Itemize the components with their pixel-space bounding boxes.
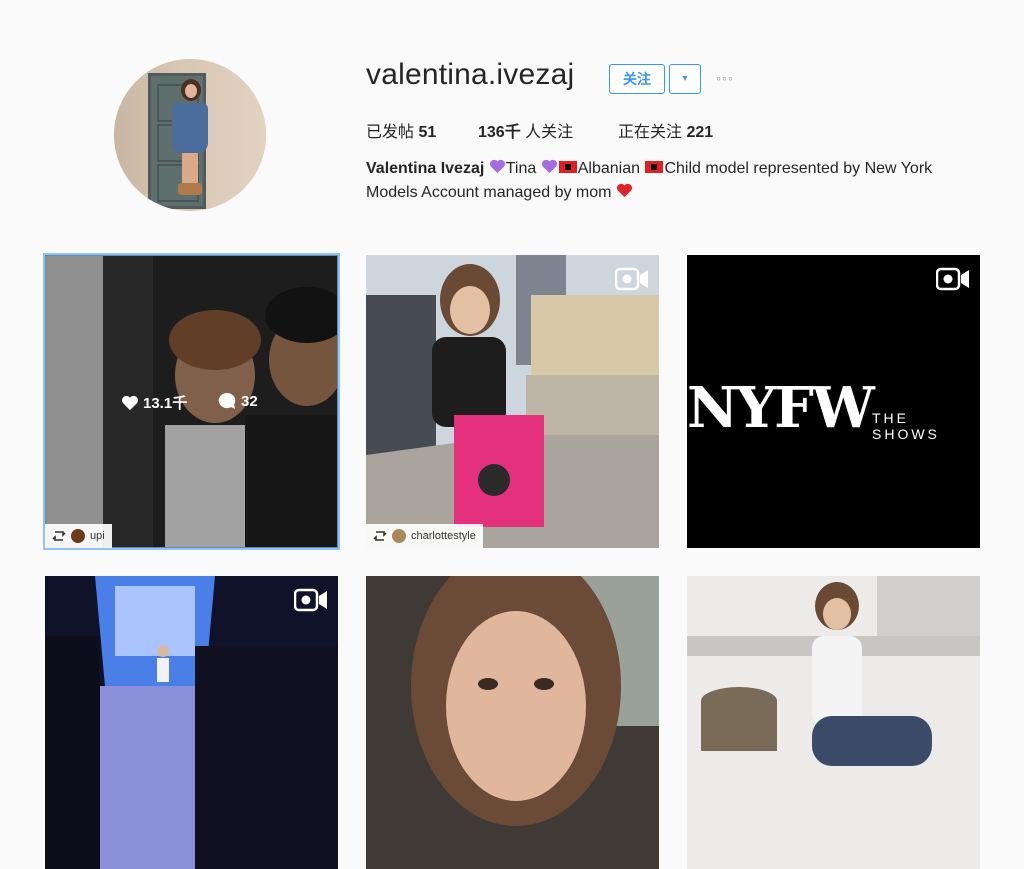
profile-username: valentina.ivezaj <box>366 58 575 91</box>
post-tile[interactable]: charlottestyle <box>366 255 659 548</box>
post-tile[interactable] <box>45 576 338 869</box>
more-options-icon[interactable]: ◦◦◦ <box>716 70 734 86</box>
repost-icon <box>52 531 66 541</box>
bio-nickname: Tina <box>505 160 537 177</box>
heart-icon <box>122 395 138 410</box>
purple-heart-icon <box>489 159 505 174</box>
profile-avatar[interactable] <box>114 59 266 211</box>
the-shows-text: THE SHOWS <box>872 410 940 442</box>
likes-overlay: 13.1千 <box>121 392 187 413</box>
hover-overlay <box>45 255 338 548</box>
avatar-girl-face <box>185 84 197 98</box>
following-stat[interactable]: 正在关注 221 <box>618 118 713 142</box>
credit-username: charlottestyle <box>411 530 476 542</box>
video-camera-icon <box>294 588 327 612</box>
nyfw-logo-text: NYFW <box>687 375 875 441</box>
posts-label: 已发帖 <box>366 124 415 141</box>
albania-flag-icon <box>558 161 577 173</box>
post-tile[interactable] <box>366 576 659 869</box>
post-tile[interactable]: NYFW THE SHOWS <box>687 255 980 548</box>
posts-count-stat: 已发帖 51 <box>366 118 436 142</box>
following-label: 正在关注 <box>618 124 683 141</box>
credit-username: upi <box>90 530 105 542</box>
post-tile[interactable]: 13.1千 32 upi <box>43 253 340 550</box>
followers-count: 136千 <box>478 124 521 141</box>
repost-credit: charlottestyle <box>366 524 483 548</box>
bio-full-name: Valentina Ivezaj <box>366 160 485 177</box>
post-photo <box>687 576 980 869</box>
post-photo <box>366 576 659 869</box>
comment-bubble-icon <box>218 392 236 410</box>
red-heart-icon <box>616 183 632 198</box>
repost-icon <box>373 531 387 541</box>
video-camera-icon <box>936 267 969 291</box>
avatar-girl-boots <box>178 183 202 195</box>
bio-nationality: Albanian <box>577 160 640 177</box>
following-count: 221 <box>686 124 714 141</box>
post-photo <box>366 255 659 548</box>
profile-bio: Valentina Ivezaj Tina Albanian Child mod… <box>366 157 976 205</box>
comments-count: 32 <box>241 392 258 410</box>
credit-avatar <box>71 529 85 543</box>
avatar-girl-legs <box>182 153 198 187</box>
repost-credit: upi <box>45 524 112 548</box>
albania-flag-icon <box>645 161 664 173</box>
video-camera-icon <box>615 267 648 291</box>
avatar-girl-dress <box>172 103 208 153</box>
followers-stat[interactable]: 136千 人关注 <box>478 118 573 142</box>
chevron-down-icon: ▾ <box>682 73 688 84</box>
follow-options-dropdown-button[interactable]: ▾ <box>669 64 701 94</box>
posts-count: 51 <box>418 124 437 141</box>
followers-label: 人关注 <box>525 124 574 141</box>
likes-count: 13.1千 <box>143 395 188 412</box>
purple-heart-icon <box>541 159 557 174</box>
post-tile[interactable] <box>687 576 980 869</box>
credit-avatar <box>392 529 406 543</box>
follow-button[interactable]: 关注 <box>609 64 665 94</box>
post-photo <box>45 576 338 869</box>
comments-overlay: 32 <box>218 392 258 410</box>
